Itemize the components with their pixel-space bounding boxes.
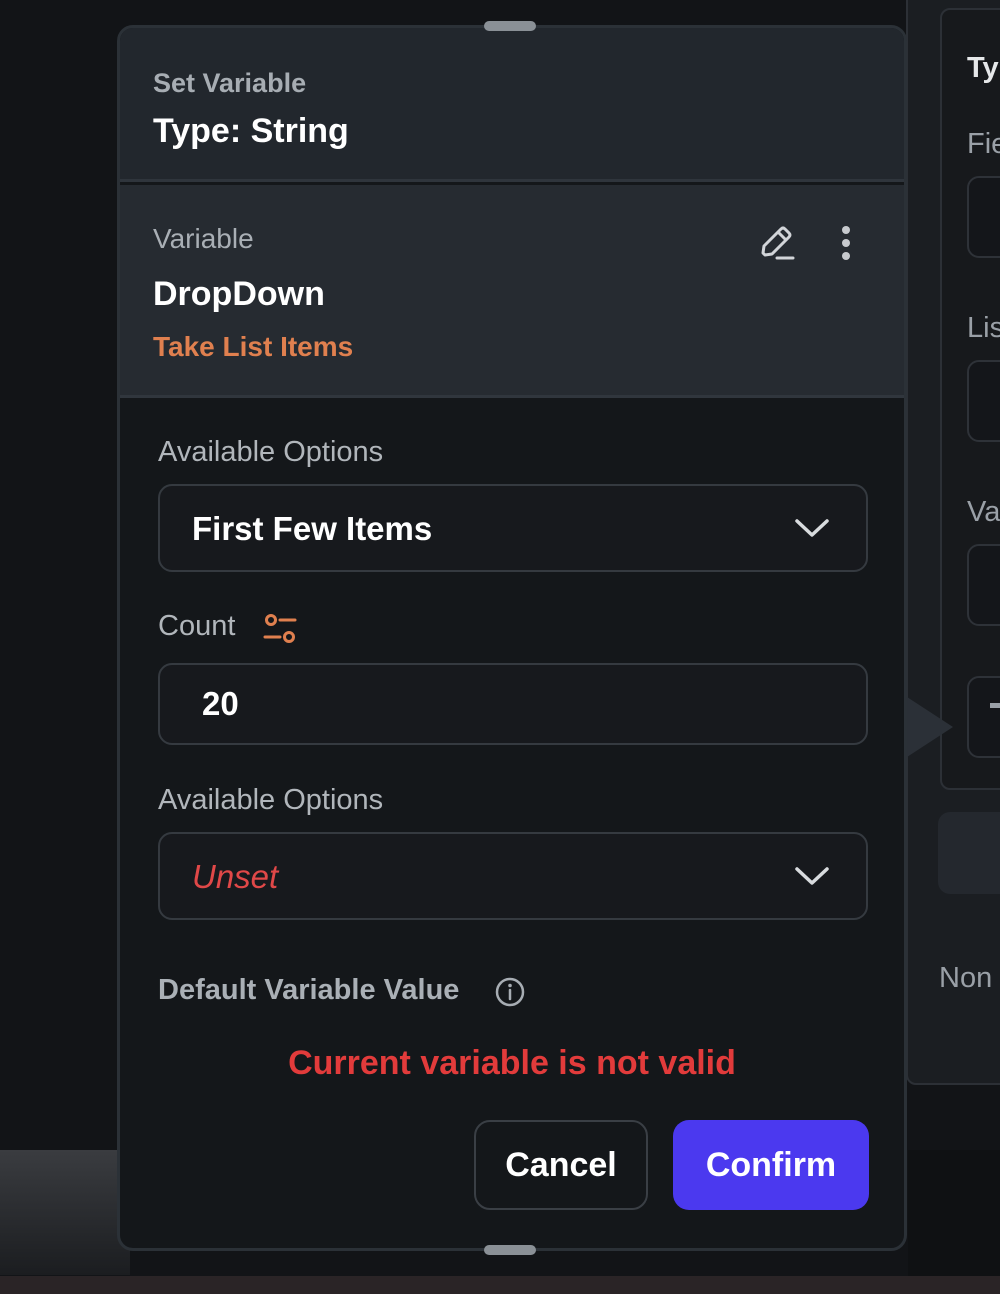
background-panel-button[interactable]	[938, 812, 1000, 894]
chevron-down-icon	[795, 867, 829, 885]
pencil-icon[interactable]	[752, 219, 800, 267]
validation-error-message: Current variable is not valid	[288, 1044, 736, 1082]
confirm-button[interactable]: Confirm	[673, 1120, 869, 1210]
dialog-subtitle: Set Variable	[153, 68, 307, 98]
count-value: 20	[202, 685, 239, 722]
variable-card[interactable]: Variable DropDown Take List Items	[120, 185, 904, 398]
background-panel-label: Va	[967, 496, 1000, 528]
available-options-value: Unset	[192, 858, 279, 895]
background-panel-field[interactable]	[967, 360, 1000, 442]
background-panel-field[interactable]	[967, 176, 1000, 258]
background-panel-label: Lis	[967, 312, 1000, 344]
more-vertical-icon[interactable]	[822, 219, 870, 267]
sliders-icon[interactable]	[258, 607, 302, 651]
background-left-band	[0, 1150, 130, 1275]
info-icon[interactable]	[490, 972, 530, 1012]
background-panel-label: Fie	[967, 128, 1000, 160]
minus-icon	[990, 703, 1000, 708]
dialog-title: Type: String	[153, 112, 349, 150]
bottom-resize-handle[interactable]	[484, 1245, 536, 1255]
dialog-header: Set Variable Type: String	[120, 28, 904, 182]
default-variable-value-label: Default Variable Value	[158, 974, 460, 1006]
background-bottom-strip	[0, 1276, 1000, 1294]
available-options-dropdown[interactable]: First Few Items	[158, 484, 868, 572]
available-options-label: Available Options	[158, 784, 384, 816]
variable-operation[interactable]: Take List Items	[153, 331, 353, 363]
count-input[interactable]: 20	[158, 663, 868, 745]
available-options-dropdown[interactable]: Unset	[158, 832, 868, 920]
variable-name: DropDown	[153, 275, 325, 313]
background-panel-label: Non	[939, 962, 993, 994]
top-resize-handle[interactable]	[484, 21, 536, 31]
background-right-block	[908, 1150, 1000, 1276]
available-options-value: First Few Items	[192, 510, 433, 547]
count-label: Count	[158, 610, 236, 642]
background-panel-label: Ty	[967, 52, 999, 84]
cancel-button[interactable]: Cancel	[474, 1120, 648, 1210]
available-options-label: Available Options	[158, 436, 384, 468]
chevron-down-icon	[795, 519, 829, 537]
popover-pointer	[907, 697, 953, 757]
variable-label: Variable	[153, 223, 254, 254]
background-panel-field[interactable]	[967, 544, 1000, 626]
set-variable-dialog: Set Variable Type: String Variable DropD…	[117, 25, 907, 1251]
background-panel-field[interactable]	[967, 676, 1000, 758]
